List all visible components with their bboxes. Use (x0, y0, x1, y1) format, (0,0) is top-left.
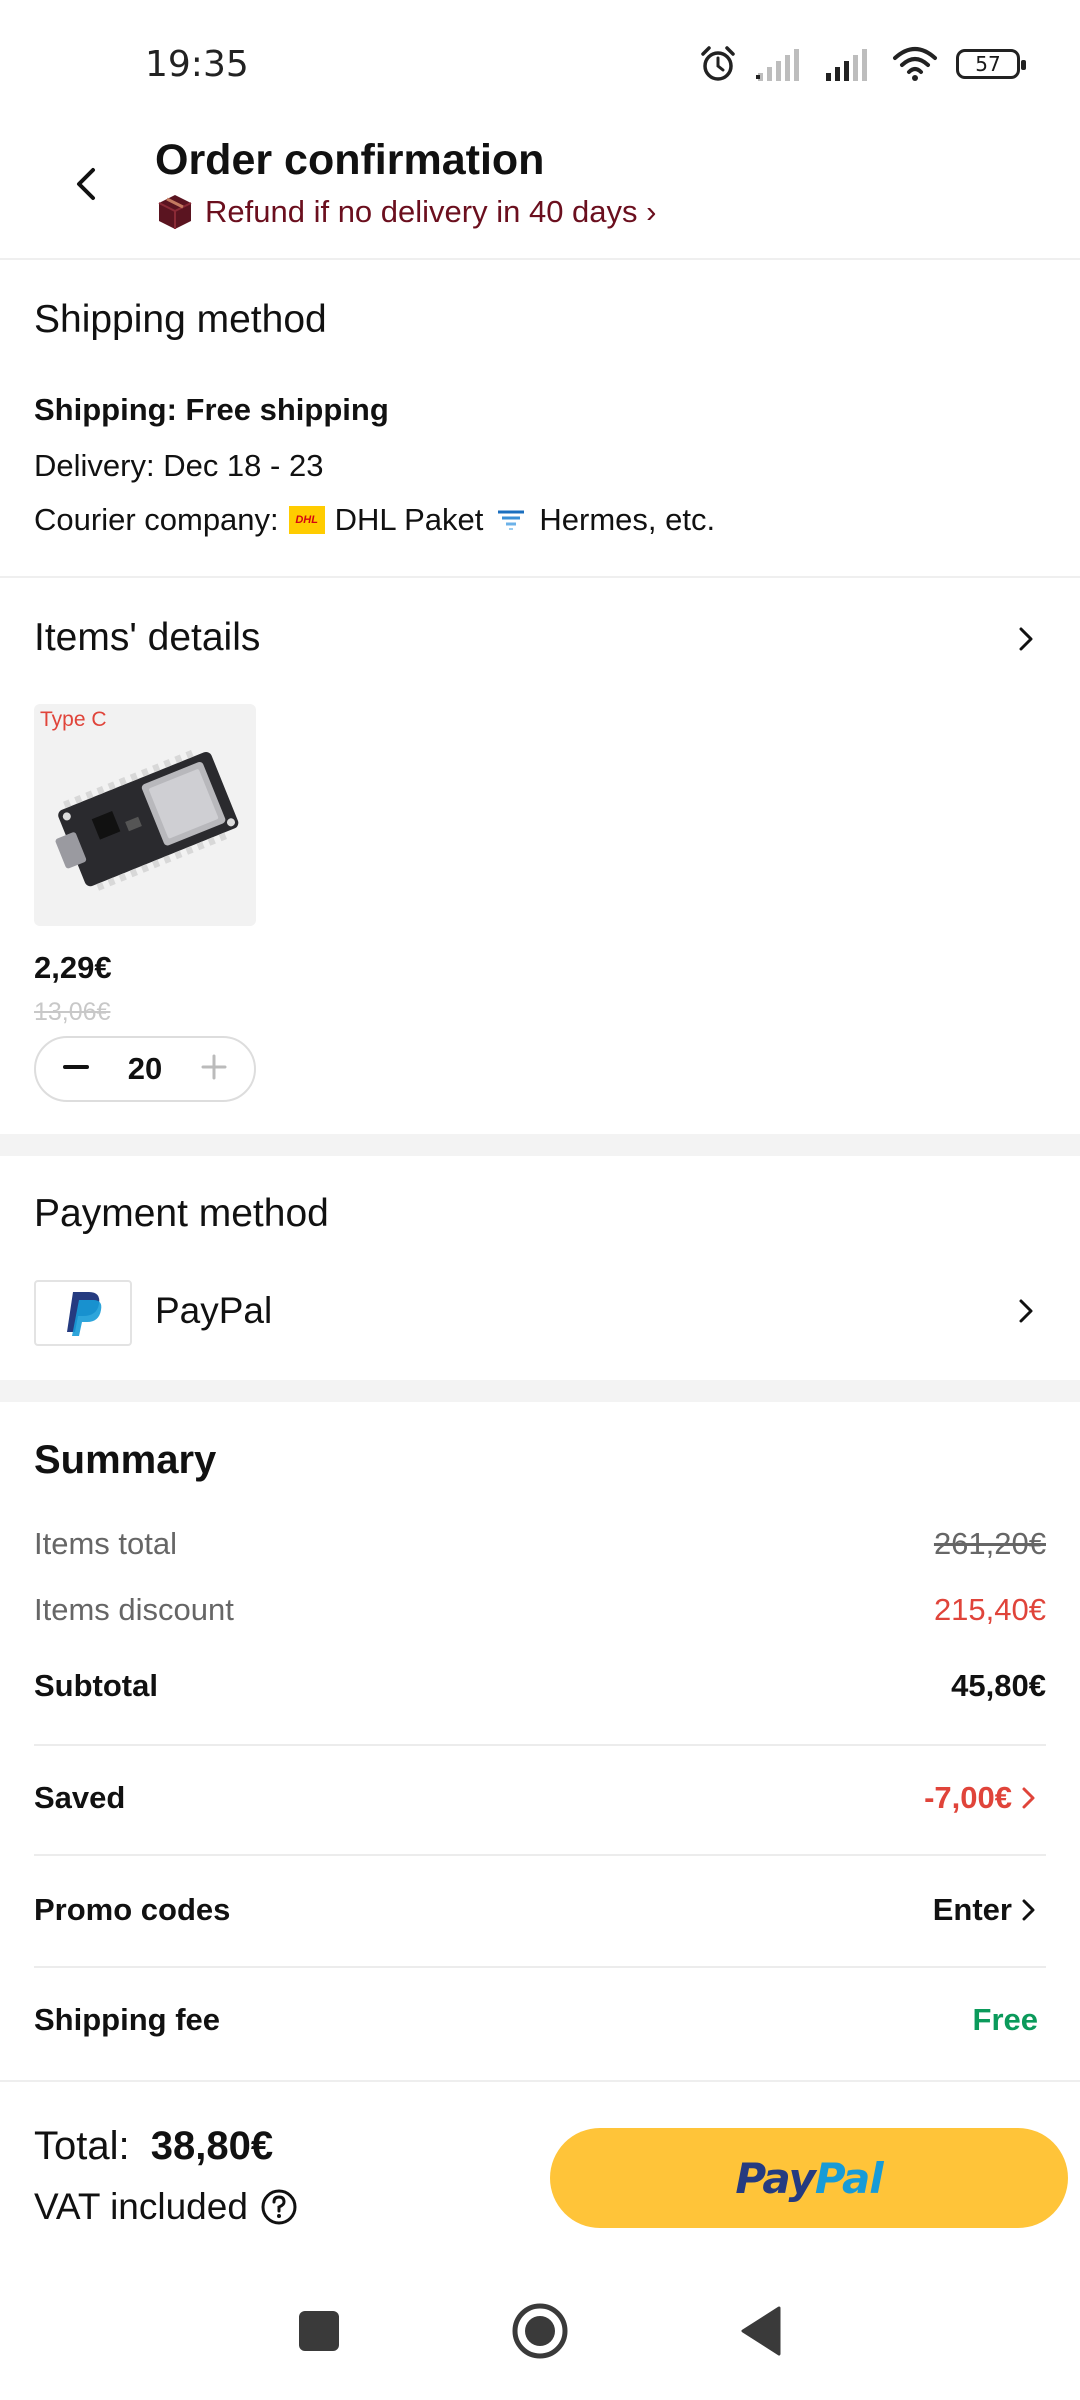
chevron-right-icon (1022, 1787, 1035, 1809)
subtotal-value: 45,80€ (951, 1668, 1046, 1703)
vat-line: VAT included (34, 2186, 298, 2228)
back-button[interactable] (56, 154, 116, 214)
chevron-right-icon (1019, 627, 1033, 651)
decrease-quantity-button[interactable] (62, 1053, 90, 1086)
page-title: Order confirmation (155, 136, 545, 184)
promo-codes-enter: Enter (932, 1892, 1012, 1927)
row-divider (34, 1966, 1046, 1968)
promo-codes-row[interactable]: Promo codes Enter (34, 1892, 1046, 1928)
saved-value-group: -7,00€ (924, 1780, 1046, 1816)
esp32-board-icon (55, 750, 239, 891)
saved-row[interactable]: Saved -7,00€ (34, 1780, 1046, 1816)
product-price: 2,29€ (34, 950, 112, 985)
shipping-fee-value: Free (972, 2002, 1038, 2037)
items-discount-label: Items discount (34, 1592, 234, 1627)
payment-section[interactable]: Payment method PayPal (0, 1156, 1080, 1380)
product-tag: Type C (40, 708, 107, 731)
subtotal-label: Subtotal (34, 1668, 158, 1703)
refund-guarantee-link[interactable]: Refund if no delivery in 40 days › (155, 192, 656, 232)
checkout-bar: Total: 38,80€ VAT included PayPal (0, 2080, 1080, 2260)
nav-home-icon[interactable] (511, 2302, 569, 2360)
refund-text: Refund if no delivery in 40 days › (205, 194, 657, 229)
total-label: Total: (34, 2124, 130, 2168)
paypal-button-text: PayPal (735, 2153, 884, 2203)
saved-label: Saved (34, 1780, 126, 1815)
wifi-icon (893, 47, 937, 81)
total-value: 38,80€ (150, 2124, 274, 2168)
delivery-line: Delivery: Dec 18 - 23 (34, 448, 324, 483)
items-section: Items' details Type C 2,29€ 13,06€ 20 (0, 580, 1080, 1134)
product-image[interactable]: Type C (34, 704, 256, 926)
promo-codes-value-group: Enter (933, 1892, 1046, 1928)
chevron-right-icon (1019, 1299, 1033, 1323)
promo-codes-label: Promo codes (34, 1892, 231, 1927)
shipping-section: Shipping method Shipping: Free shipping … (0, 262, 1080, 578)
paypal-logo-icon (67, 1292, 102, 1336)
payment-chevron[interactable] (1016, 1296, 1036, 1331)
shipping-fee-row: Shipping fee Free (34, 2002, 1046, 2038)
nav-back-icon[interactable] (739, 2306, 783, 2356)
items-discount-value: 215,40€ (933, 1592, 1046, 1627)
quantity-stepper: 20 (34, 1036, 256, 1102)
summary-title: Summary (34, 1438, 217, 1482)
status-time: 19:35 (145, 44, 249, 85)
chevron-right-icon (1022, 1899, 1035, 1921)
payment-title: Payment method (34, 1192, 329, 1235)
items-total-label: Items total (34, 1526, 177, 1561)
signal-icon (756, 49, 799, 81)
system-nav-bar (0, 2262, 1080, 2400)
quantity-value[interactable]: 20 (128, 1051, 162, 1087)
alarm-icon (701, 46, 735, 81)
shipping-line: Shipping: Free shipping (34, 392, 389, 427)
product-old-price: 13,06€ (34, 998, 111, 1026)
increase-quantity-button[interactable] (200, 1053, 228, 1086)
total-line: Total: 38,80€ (34, 2124, 273, 2169)
vat-text: VAT included (34, 2186, 248, 2227)
status-bar: 19:35 57 (0, 0, 1080, 132)
minus-icon (63, 1064, 89, 1069)
signal-icon (826, 49, 867, 81)
items-total-row: Items total 261,20€ (34, 1526, 1046, 1562)
paypal-button-text-pal: Pal (814, 2153, 884, 2203)
plus-icon (201, 1054, 227, 1079)
items-total-value: 261,20€ (933, 1526, 1046, 1561)
hermes-logo-icon (493, 506, 529, 534)
courier-label: Courier company: (34, 502, 279, 537)
nav-square-icon[interactable] (297, 2309, 341, 2353)
shipping-fee-label: Shipping fee (34, 2002, 220, 2037)
page-header: Order confirmation Refund if no delivery… (0, 132, 1080, 260)
info-icon[interactable] (260, 2188, 298, 2226)
row-divider (34, 1854, 1046, 1856)
package-icon (158, 195, 192, 229)
section-divider (0, 1380, 1080, 1402)
payment-method-label: PayPal (155, 1290, 273, 1331)
courier-hermes: Hermes, etc. (539, 502, 716, 537)
saved-value: -7,00€ (924, 1780, 1012, 1815)
summary-section: Summary Items total 261,20€ Items discou… (0, 1402, 1080, 2078)
courier-line: Courier company: DHL DHL Paket Hermes, e… (34, 502, 715, 538)
subtotal-row: Subtotal 45,80€ (34, 1668, 1046, 1704)
back-arrow-icon (77, 168, 95, 200)
row-divider (34, 1744, 1046, 1746)
paypal-logo-box (34, 1280, 132, 1346)
paypal-button-text-pay: Pay (735, 2153, 816, 2203)
paypal-pay-button[interactable]: PayPal (550, 2128, 1068, 2228)
dhl-logo-icon: DHL (288, 506, 325, 534)
items-details-chevron[interactable] (1016, 624, 1036, 659)
status-icons: 57 (698, 44, 1026, 84)
items-title: Items' details (34, 616, 261, 659)
shipping-title: Shipping method (34, 298, 327, 341)
battery-icon: 57 (956, 49, 1026, 79)
courier-dhl: DHL Paket (334, 502, 484, 537)
items-discount-row: Items discount 215,40€ (34, 1592, 1046, 1628)
section-divider (0, 1134, 1080, 1156)
